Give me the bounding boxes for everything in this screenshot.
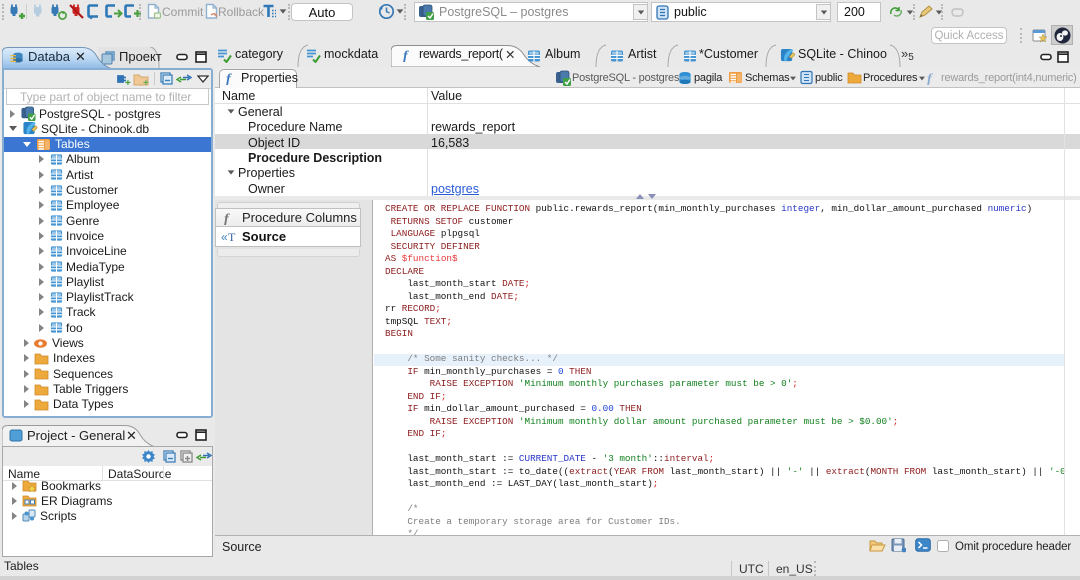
svg-text:f: f (224, 212, 230, 225)
svg-text:+: + (143, 78, 149, 87)
svg-text:T: T (228, 230, 236, 243)
svg-text:+: + (125, 78, 131, 87)
svg-text:«: « (221, 230, 228, 243)
